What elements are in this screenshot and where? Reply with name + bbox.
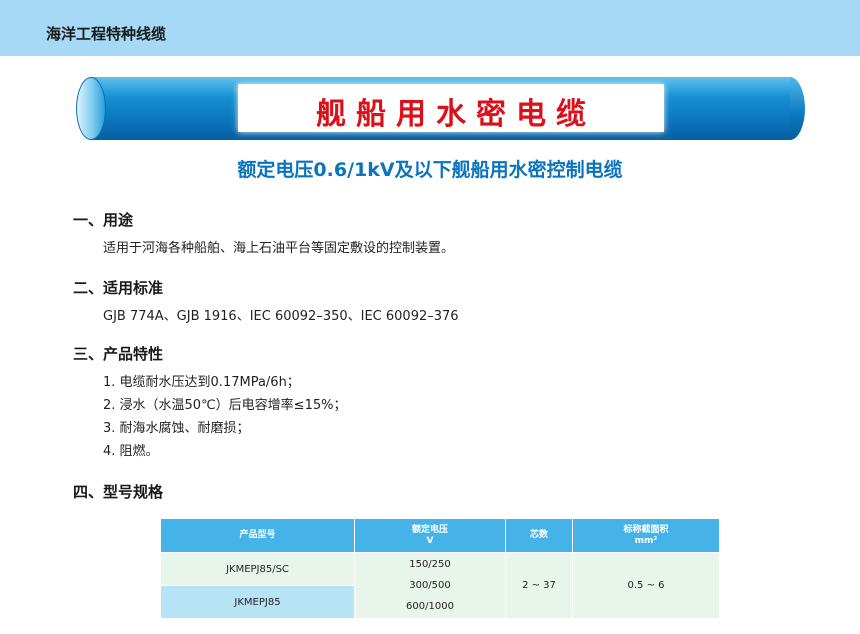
header-model: 产品型号 — [160, 518, 355, 553]
model-cell: JKMEPJ85/SC — [160, 552, 355, 586]
section-heading-use: 一、用途 — [73, 211, 134, 229]
voltage-value: 300/500 — [409, 580, 451, 591]
feature-item: 1. 电缆耐水压达到0.17MPa/6h； — [103, 375, 300, 390]
table-header-row: 产品型号 额定电压 V 芯数 标称截面积 mm² — [160, 518, 720, 553]
section-heading-models: 四、型号规格 — [73, 483, 164, 501]
header-title: 海洋工程特种线缆 — [46, 25, 167, 43]
cores-cell: 2 ~ 37 — [505, 552, 573, 619]
header-section: 标称截面积 mm² — [572, 518, 720, 553]
model-cell: JKMEPJ85 — [160, 585, 355, 619]
page-subtitle: 额定电压0.6/1kV及以下舰船用水密控制电缆 — [237, 159, 623, 181]
voltage-cell: 150/250 300/500 600/1000 — [354, 552, 506, 619]
spec-table: 产品型号 额定电压 V 芯数 标称截面积 mm² JKMEPJ85/SC 150/2… — [160, 518, 720, 619]
tube-left-end — [76, 77, 106, 140]
feature-item: 3. 耐海水腐蚀、耐磨损； — [103, 421, 250, 436]
table-row: JKMEPJ85/SC 150/250 300/500 600/1000 2 ~… — [160, 552, 720, 619]
section-heading-features: 三、产品特性 — [73, 345, 164, 363]
top-header-bar: 海洋工程特种线缆 — [0, 0, 860, 56]
voltage-value: 150/250 — [409, 559, 451, 570]
section-heading-standards: 二、适用标准 — [73, 279, 164, 297]
feature-item: 2. 浸水（水温50℃）后电容增率≤15%； — [103, 398, 347, 413]
banner-label: 舰船用水密电缆 — [238, 84, 664, 132]
banner-title: 舰船用水密电缆 — [316, 97, 596, 132]
standards-text: GJB 774A、GJB 1916、IEC 60092–350、IEC 6009… — [103, 309, 459, 324]
feature-item: 4. 阻燃。 — [103, 444, 159, 459]
voltage-value: 600/1000 — [406, 601, 454, 612]
section-cell: 0.5 ~ 6 — [572, 552, 720, 619]
header-voltage: 额定电压 V — [354, 518, 506, 553]
use-text: 适用于河海各种船舶、海上石油平台等固定敷设的控制装置。 — [103, 241, 455, 256]
header-cores: 芯数 — [505, 518, 573, 553]
